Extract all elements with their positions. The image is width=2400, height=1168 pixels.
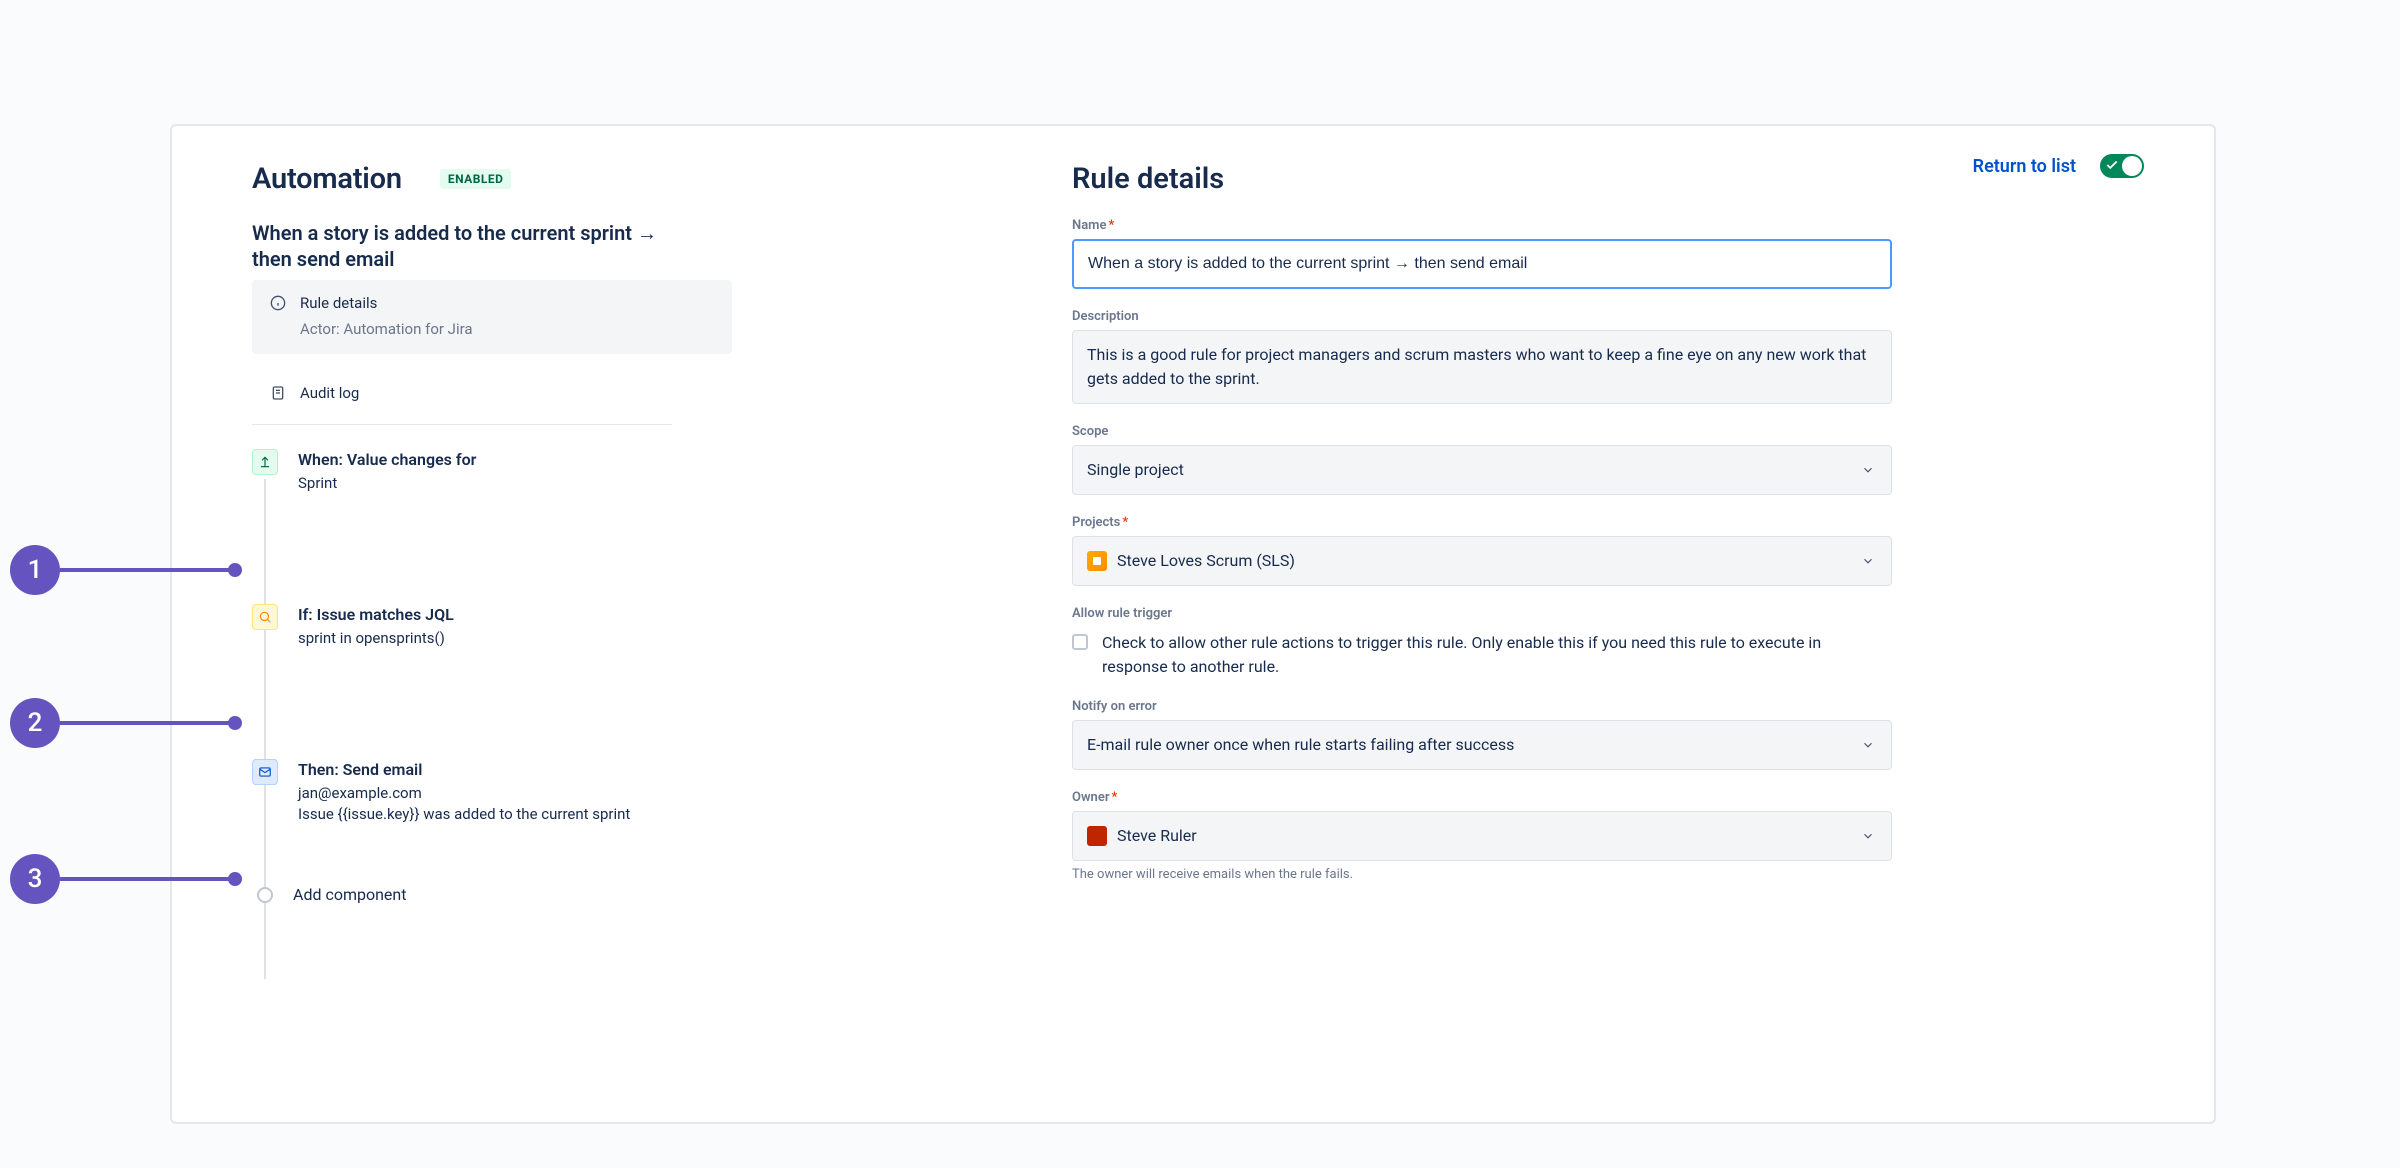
owner-label: Owner* bbox=[1072, 790, 1892, 805]
field-scope: Scope Single project bbox=[1072, 424, 1892, 495]
automation-panel: Return to list Automation ENABLED When a… bbox=[170, 124, 2216, 1124]
audit-log-label: Audit log bbox=[300, 384, 359, 402]
field-allow-trigger: Allow rule trigger Check to allow other … bbox=[1072, 606, 1892, 679]
page-title: Automation bbox=[252, 162, 402, 196]
avatar bbox=[1087, 826, 1107, 846]
chevron-down-icon bbox=[1861, 829, 1875, 843]
step-condition[interactable]: If: Issue matches JQL sprint in openspri… bbox=[252, 604, 732, 649]
audit-log-link[interactable]: Audit log bbox=[252, 366, 732, 420]
rule-actor-text: Actor: Automation for Jira bbox=[270, 320, 714, 338]
rule-enabled-toggle[interactable] bbox=[2100, 154, 2144, 178]
hollow-dot-icon bbox=[257, 887, 273, 903]
step-trigger-title: When: Value changes for bbox=[298, 450, 476, 469]
audit-icon bbox=[270, 385, 286, 401]
step-condition-title: If: Issue matches JQL bbox=[298, 605, 454, 624]
callout-3: 3 bbox=[10, 854, 60, 904]
chevron-down-icon bbox=[1861, 463, 1875, 477]
callout-2: 2 bbox=[10, 698, 60, 748]
name-label: Name* bbox=[1072, 218, 1892, 233]
right-column: Rule details Name* Description This is a… bbox=[1072, 162, 1892, 1086]
chevron-down-icon bbox=[1861, 738, 1875, 752]
step-trigger[interactable]: When: Value changes for Sprint bbox=[252, 449, 732, 494]
rule-name-heading: When a story is added to the current spr… bbox=[252, 220, 692, 272]
status-badge: ENABLED bbox=[440, 169, 512, 189]
allow-trigger-label: Allow rule trigger bbox=[1072, 606, 1892, 621]
timeline-line bbox=[264, 479, 266, 979]
description-label: Description bbox=[1072, 309, 1892, 324]
rule-details-row: Rule details bbox=[270, 294, 714, 312]
step-action[interactable]: Then: Send email jan@example.com Issue {… bbox=[252, 759, 732, 825]
callout-dot-2 bbox=[228, 716, 242, 730]
field-name: Name* bbox=[1072, 218, 1892, 289]
top-right-actions: Return to list bbox=[1973, 154, 2144, 178]
field-projects: Projects* Steve Loves Scrum (SLS) bbox=[1072, 515, 1892, 586]
callout-line-1 bbox=[60, 568, 230, 572]
notify-label: Notify on error bbox=[1072, 699, 1892, 714]
rule-details-card[interactable]: Rule details Actor: Automation for Jira bbox=[252, 280, 732, 354]
projects-label: Projects* bbox=[1072, 515, 1892, 530]
toggle-knob bbox=[2122, 156, 2142, 176]
callout-line-2 bbox=[60, 721, 230, 725]
step-condition-sub: sprint in opensprints() bbox=[298, 628, 454, 649]
rule-details-heading: Rule details bbox=[1072, 162, 1892, 196]
chevron-down-icon bbox=[1861, 554, 1875, 568]
callout-dot-1 bbox=[228, 563, 242, 577]
step-trigger-sub: Sprint bbox=[298, 473, 476, 494]
callout-1: 1 bbox=[10, 545, 60, 595]
add-component-button[interactable]: Add component bbox=[252, 885, 732, 904]
left-column: Automation ENABLED When a story is added… bbox=[252, 162, 732, 1086]
projects-select[interactable]: Steve Loves Scrum (SLS) bbox=[1072, 536, 1892, 586]
rule-timeline: When: Value changes for Sprint If: Issue… bbox=[252, 449, 732, 904]
step-action-title: Then: Send email bbox=[298, 760, 630, 779]
notify-select[interactable]: E-mail rule owner once when rule starts … bbox=[1072, 720, 1892, 770]
check-icon bbox=[2105, 158, 2119, 172]
field-owner: Owner* Steve Ruler The owner will receiv… bbox=[1072, 790, 1892, 882]
scope-select[interactable]: Single project bbox=[1072, 445, 1892, 495]
owner-value: Steve Ruler bbox=[1117, 824, 1197, 848]
name-input[interactable] bbox=[1072, 239, 1892, 289]
step-action-sub: jan@example.com Issue {{issue.key}} was … bbox=[298, 783, 630, 825]
divider bbox=[252, 424, 672, 425]
header-row: Automation ENABLED bbox=[252, 162, 732, 196]
scope-label: Scope bbox=[1072, 424, 1892, 439]
info-icon bbox=[270, 295, 286, 311]
projects-value: Steve Loves Scrum (SLS) bbox=[1117, 549, 1295, 573]
scope-value: Single project bbox=[1087, 458, 1184, 482]
field-notify: Notify on error E-mail rule owner once w… bbox=[1072, 699, 1892, 770]
notify-value: E-mail rule owner once when rule starts … bbox=[1087, 733, 1514, 757]
action-icon bbox=[252, 759, 278, 785]
owner-select[interactable]: Steve Ruler bbox=[1072, 811, 1892, 861]
add-component-label: Add component bbox=[293, 885, 406, 904]
allow-trigger-checkbox[interactable] bbox=[1072, 634, 1088, 650]
rule-details-label: Rule details bbox=[300, 294, 377, 312]
field-description: Description This is a good rule for proj… bbox=[1072, 309, 1892, 404]
description-textarea[interactable]: This is a good rule for project managers… bbox=[1072, 330, 1892, 404]
allow-trigger-text: Check to allow other rule actions to tri… bbox=[1102, 631, 1842, 679]
condition-icon bbox=[252, 604, 278, 630]
owner-help-text: The owner will receive emails when the r… bbox=[1072, 867, 1892, 882]
project-icon bbox=[1087, 551, 1107, 571]
trigger-icon bbox=[252, 449, 278, 475]
callout-dot-3 bbox=[228, 872, 242, 886]
callout-line-3 bbox=[60, 877, 230, 881]
return-to-list-link[interactable]: Return to list bbox=[1973, 156, 2076, 177]
